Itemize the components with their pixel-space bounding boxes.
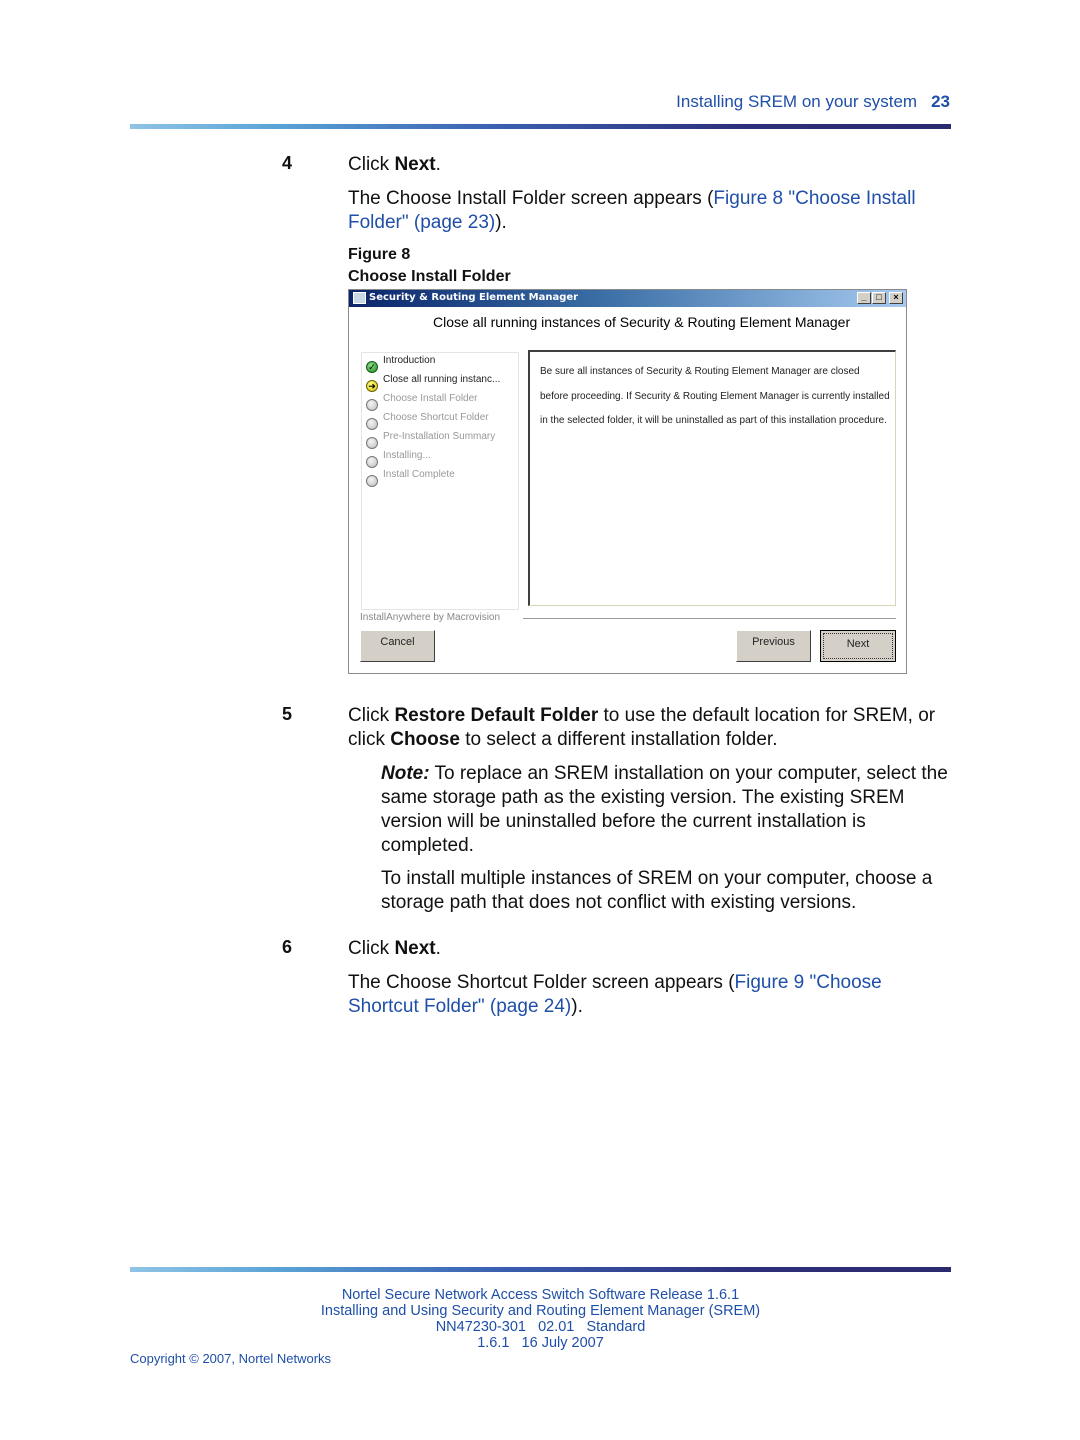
step-number: 5 [282, 704, 293, 724]
next-button[interactable]: Next [820, 630, 896, 662]
message-box: Be sure all instances of Security & Rout… [528, 350, 896, 606]
screen-heading: Close all running instances of Security … [433, 314, 851, 330]
footer-line: NN47230-301 02.01 Standard [435, 1319, 646, 1335]
note-text: To replace an SREM installation on your … [381, 763, 948, 856]
text: ). [495, 212, 507, 233]
minimize-icon[interactable]: _ [857, 292, 871, 304]
section-title: Installing SREM on your system [676, 92, 918, 111]
installer-window: Security & Routing Element Manager _ □ ×… [348, 289, 907, 674]
pending-circle-icon [366, 437, 378, 449]
footer-rule [130, 1267, 951, 1272]
title-bar: Security & Routing Element Manager _ □ × [349, 290, 906, 307]
install-step-label: Installing... [383, 450, 431, 461]
install-step-label: Introduction [383, 355, 436, 366]
figure-caption: Choose Install Folder [348, 268, 511, 285]
text: Click [348, 154, 395, 175]
bold-term: Next [394, 938, 436, 959]
install-step-label: Install Complete [383, 469, 455, 480]
step-instruction: Click Next. [348, 937, 953, 961]
app-icon [353, 292, 366, 304]
install-step-label: Choose Shortcut Folder [383, 412, 489, 423]
text: The Choose Install Folder screen appears… [348, 188, 714, 209]
divider [523, 618, 896, 619]
pending-circle-icon [366, 475, 378, 487]
pending-circle-icon [366, 418, 378, 430]
text: . [435, 938, 441, 959]
text: The Choose Shortcut Folder screen appear… [348, 972, 735, 993]
message-text: Be sure all instances of Security & Rout… [540, 366, 890, 426]
note-extra: To install multiple instances of SREM on… [381, 868, 933, 913]
page-number: 23 [931, 92, 950, 111]
note-label: Note: [381, 763, 430, 784]
running-header: Installing SREM on your system 23 [600, 92, 950, 112]
cancel-button[interactable]: Cancel [360, 630, 435, 662]
install-step-label: Choose Install Folder [383, 393, 478, 404]
install-steps-panel: ✓ Introduction ➜ Close all running instanc… [361, 352, 519, 610]
header-rule [130, 124, 951, 129]
check-icon: ✓ [366, 361, 378, 373]
note: Note: To replace an SREM installation on… [381, 762, 956, 858]
step-result: The Choose Install Folder screen appears… [348, 187, 953, 235]
maximize-icon[interactable]: □ [872, 292, 886, 304]
bold-term: Choose [390, 729, 460, 750]
step-number: 6 [282, 937, 293, 957]
text: ). [571, 996, 583, 1017]
bold-term: Next [394, 154, 436, 175]
step-number: 4 [282, 153, 293, 173]
text: . [435, 154, 441, 175]
install-step-label: Pre-Installation Summary [383, 431, 496, 442]
window-title: Security & Routing Element Manager [369, 292, 579, 303]
branding-label: InstallAnywhere by Macrovision [360, 612, 501, 623]
footer-line: 1.6.1 16 July 2007 [477, 1335, 604, 1351]
close-icon[interactable]: × [889, 292, 903, 304]
step-instruction: Click Restore Default Folder to use the … [348, 704, 953, 752]
step-result: The Choose Shortcut Folder screen appear… [348, 971, 953, 1019]
arrow-right-icon: ➜ [366, 380, 378, 392]
text: to select a different installation folde… [459, 729, 778, 750]
install-step-label: Close all running instanc... [383, 374, 501, 385]
copyright: Copyright © 2007, Nortel Networks [130, 1351, 332, 1366]
pending-circle-icon [366, 399, 378, 411]
pending-circle-icon [366, 456, 378, 468]
text: Click [348, 705, 395, 726]
step-instruction: Click Next. [348, 153, 953, 177]
bold-term: Restore Default Folder [394, 705, 599, 726]
text: Click [348, 938, 395, 959]
figure-label: Figure 8 [348, 246, 411, 263]
previous-button[interactable]: Previous [736, 630, 811, 662]
next-button-label: Next [823, 633, 893, 659]
footer-line: Installing and Using Security and Routin… [320, 1303, 761, 1319]
footer-line: Nortel Secure Network Access Switch Soft… [341, 1287, 740, 1303]
